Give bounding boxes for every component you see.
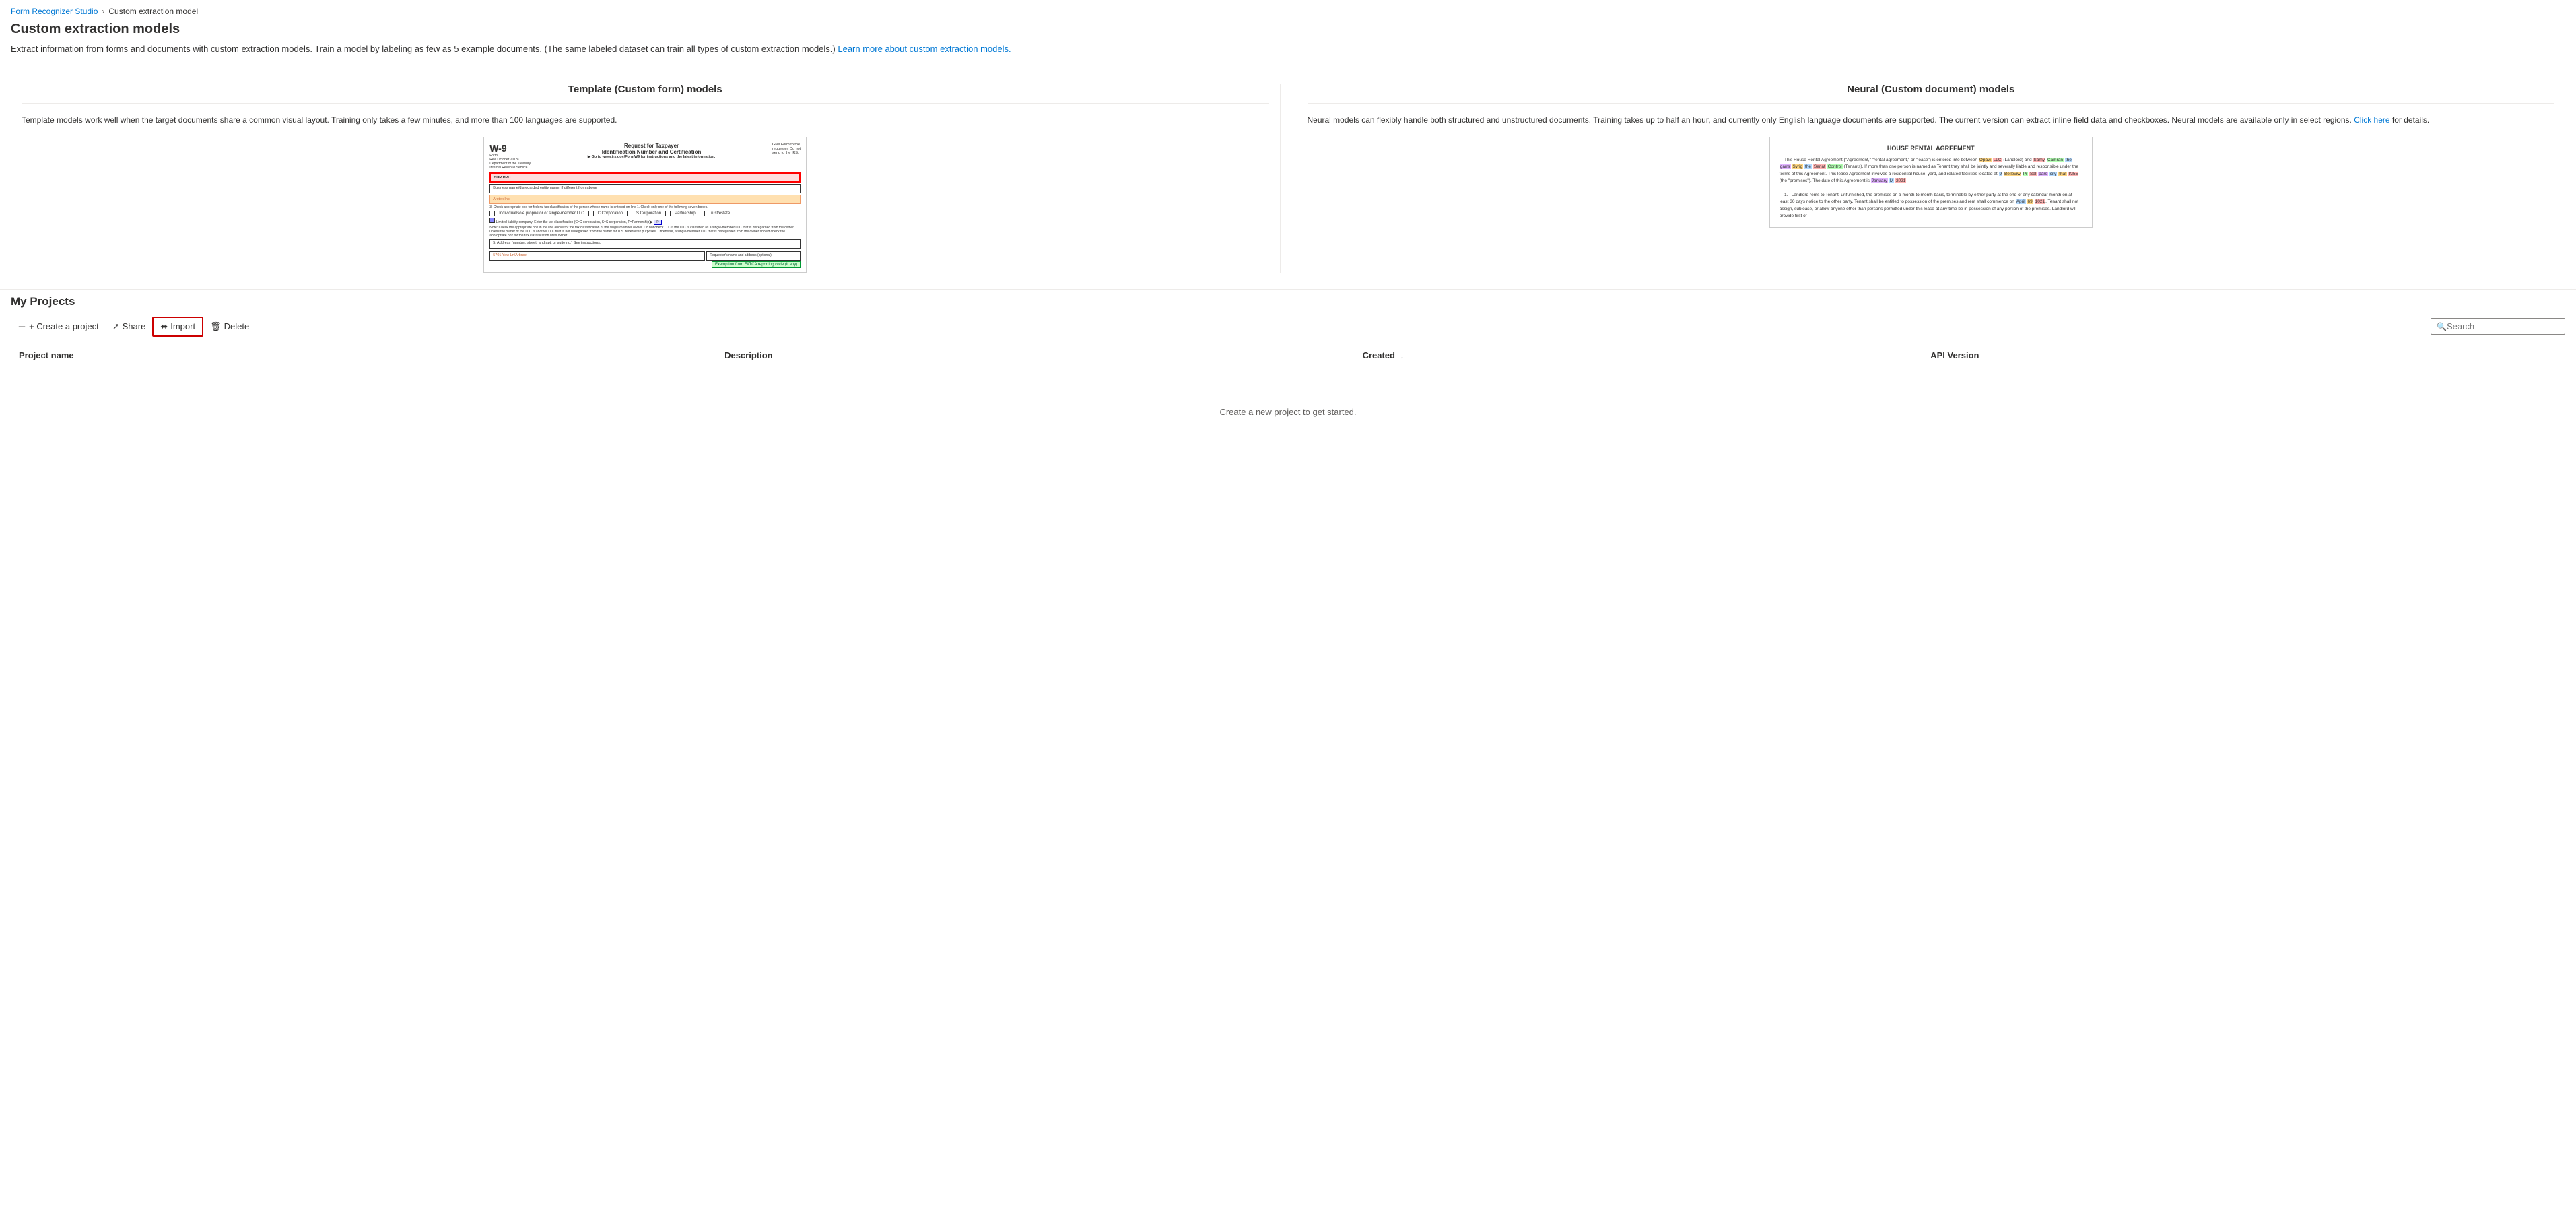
breadcrumb: Form Recognizer Studio › Custom extracti… [0, 0, 2576, 19]
delete-button[interactable]: 🗑 Delete [203, 318, 256, 335]
search-box: 🔍 [2431, 318, 2565, 335]
breadcrumb-current: Custom extraction model [108, 7, 198, 16]
page-title: Custom extraction models [0, 19, 2576, 42]
search-icon: 🔍 [2437, 322, 2447, 331]
col-header-created[interactable]: Created ↓ [1355, 345, 1923, 366]
projects-section: My Projects ＋ + Create a project ↗ Share… [0, 289, 2576, 463]
create-project-icon: ＋ [18, 320, 26, 333]
projects-title: My Projects [11, 295, 2565, 308]
breadcrumb-separator: › [102, 7, 104, 16]
col-header-api-version: API Version [1922, 345, 2565, 366]
sort-arrow-created: ↓ [1400, 353, 1404, 360]
click-here-link[interactable]: Click here [2354, 115, 2389, 125]
projects-table: Project name Description Created ↓ API V… [11, 345, 2565, 366]
page-description: Extract information from forms and docum… [0, 42, 2576, 67]
import-icon: ⬌ [160, 321, 168, 332]
col-header-description: Description [716, 345, 1354, 366]
col-header-name: Project name [11, 345, 716, 366]
learn-more-link[interactable]: Learn more about custom extraction model… [838, 44, 1011, 54]
import-button[interactable]: ⬌ Import [152, 317, 203, 337]
empty-state: Create a new project to get started. [11, 366, 2565, 457]
table-header: Project name Description Created ↓ API V… [11, 345, 2565, 366]
share-icon: ↗ [112, 321, 120, 332]
w9-form-preview: W-9 FormRev. October 2018)Department of … [483, 137, 807, 273]
neural-model-title: Neural (Custom document) models [1308, 84, 2555, 95]
template-model-title: Template (Custom form) models [22, 84, 1269, 95]
template-model-section: Template (Custom form) models Template m… [11, 84, 1281, 273]
share-button[interactable]: ↗ Share [106, 318, 153, 335]
projects-toolbar: ＋ + Create a project ↗ Share ⬌ Import 🗑 … [11, 317, 2565, 337]
create-project-button[interactable]: ＋ + Create a project [11, 317, 106, 336]
template-model-desc: Template models work well when the targe… [22, 114, 1269, 126]
neural-model-section: Neural (Custom document) models Neural m… [1297, 84, 2566, 273]
model-types-section: Template (Custom form) models Template m… [0, 67, 2576, 289]
delete-icon: 🗑 [210, 321, 222, 332]
search-input[interactable] [2447, 321, 2565, 331]
breadcrumb-home[interactable]: Form Recognizer Studio [11, 7, 98, 16]
neural-model-desc: Neural models can flexibly handle both s… [1308, 114, 2555, 126]
rental-agreement-preview: HOUSE RENTAL AGREEMENT This House Rental… [1769, 137, 2093, 228]
